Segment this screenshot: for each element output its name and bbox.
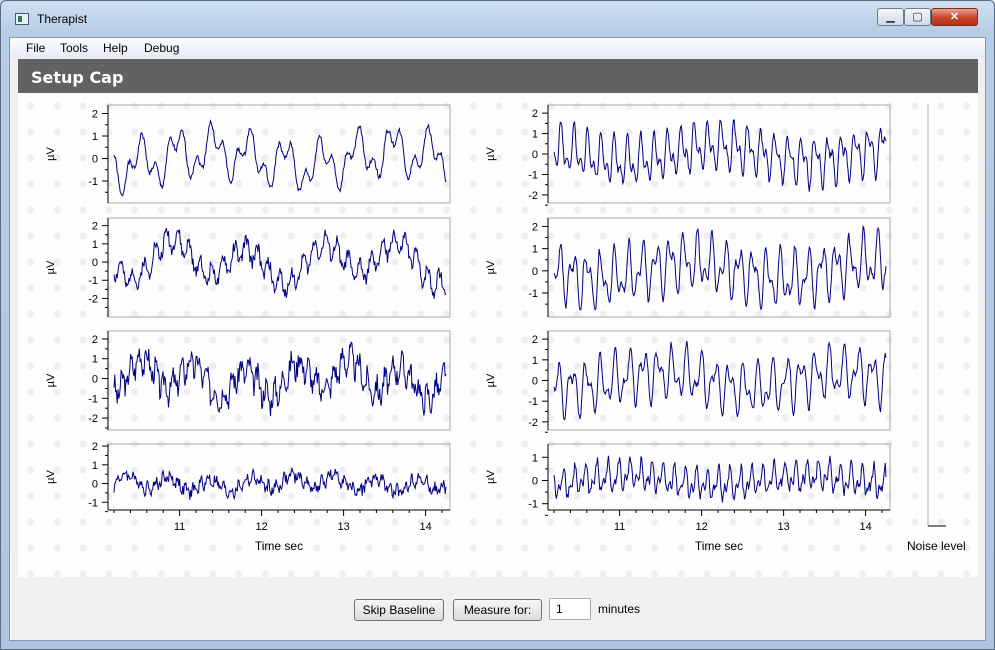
plot-area: Noise level 2 1 0 -1 µV 2 1 0 -1 -2 µV 2 1 0 -1 -2 µV 2 1 0… [18,93,978,577]
y-tick-label: 0 [92,374,98,386]
y-axis-label: µV [485,470,497,484]
eeg-plots: Noise level 2 1 0 -1 µV 2 1 0 -1 -2 µV 2 1 0 -1 -2 µV 2 1 0… [45,104,966,553]
y-tick-label: 0 [92,479,98,491]
y-tick-label: -1 [88,497,98,509]
y-tick-label: 2 [92,221,98,233]
signal-trace [553,455,887,503]
eeg-chart-left-4: 2 1 0 -1 µV 11 12 13 14 Time sec [45,441,451,553]
y-tick-label: 2 [92,334,98,346]
measure-for-button[interactable]: Measure for: [453,599,542,621]
app-icon [15,13,29,25]
eeg-chart-right-1: 2 1 0 -1 -2 µV [485,104,891,206]
bottom-controls: Skip Baseline Measure for: minutes [18,577,978,639]
skip-baseline-button[interactable]: Skip Baseline [354,599,444,621]
y-tick-label: 1 [532,355,538,367]
signal-trace [113,341,447,417]
signal-trace [113,467,447,501]
minutes-label: minutes [598,602,641,616]
y-tick-label: -1 [528,499,538,511]
y-tick-label: -2 [88,413,98,425]
y-tick-label: -1 [528,288,538,300]
y-tick-label: -1 [88,275,98,287]
window-title: Therapist [37,12,88,26]
y-tick-label: 1 [92,239,98,251]
maximize-button[interactable]: ▢ [904,8,931,26]
y-axis-label: µV [45,260,57,274]
y-tick-label: -1 [88,393,98,405]
app-window: Therapist ▁ ▢ ✕ File Tools Help Debug Se… [0,0,995,650]
page-title: Setup Cap [31,68,124,87]
eeg-chart-left-1: 2 1 0 -1 µV [45,104,451,204]
noise-level-label: Noise level [907,539,966,553]
client-area: File Tools Help Debug Setup Cap Noise le… [9,37,986,641]
y-tick-label: 0 [92,154,98,166]
y-tick-label: 0 [92,257,98,269]
y-tick-label: 2 [532,334,538,346]
plot-frame [107,104,451,204]
y-tick-label: 1 [532,244,538,256]
y-tick-label: 1 [532,129,538,141]
eeg-chart-right-3: 2 1 0 -1 -2 µV [485,330,891,433]
x-tick-label: 12 [695,521,707,533]
y-axis-label: µV [45,470,57,484]
x-tick-label: 13 [337,521,349,533]
y-tick-label: -1 [88,176,98,188]
x-tick-label: 14 [859,521,871,533]
y-tick-label: 1 [92,354,98,366]
y-tick-label: 2 [92,441,98,453]
y-axis-label: µV [485,260,497,274]
menu-debug[interactable]: Debug [144,41,179,55]
x-tick-label: 11 [174,521,185,533]
x-axis-label: Time sec [695,539,743,553]
y-tick-label: 0 [532,266,538,278]
plot-frame [547,217,891,318]
eeg-chart-left-2: 2 1 0 -1 -2 µV [45,217,451,318]
eeg-chart-left-3: 2 1 0 -1 -2 µV [45,330,451,431]
title-bar[interactable]: Therapist ▁ ▢ ✕ [1,1,994,37]
y-tick-label: 2 [532,108,538,120]
y-axis-label: µV [45,373,57,387]
menu-file[interactable]: File [26,41,45,55]
menu-help[interactable]: Help [103,41,128,55]
y-tick-label: 1 [532,452,538,464]
y-axis-label: µV [45,147,57,161]
eeg-chart-right-2: 2 1 0 -1 µV [485,217,891,318]
y-tick-label: -2 [88,293,98,305]
y-tick-label: 2 [92,109,98,121]
minimize-button[interactable]: ▁ [877,8,904,26]
menu-tools[interactable]: Tools [60,41,88,55]
close-button[interactable]: ✕ [931,8,978,26]
eeg-chart-right-4: 1 0 -1 µV 11 12 13 14 Time sec [485,443,891,553]
plot-frame [107,443,451,511]
signal-trace [553,224,887,311]
y-tick-label: 0 [532,149,538,161]
x-tick-label: 12 [255,521,267,533]
menu-bar: File Tools Help Debug [10,38,985,58]
plot-frame [107,217,451,318]
y-tick-label: -2 [528,190,538,202]
signal-trace [113,227,447,299]
signal-trace [113,119,447,197]
minutes-input[interactable] [549,598,591,620]
y-axis-label: µV [485,147,497,161]
y-tick-label: 1 [92,131,98,143]
y-tick-label: -1 [528,396,538,408]
y-tick-label: -1 [528,169,538,181]
page-header: Setup Cap [18,59,978,93]
signal-trace [553,119,887,192]
y-axis-label: µV [485,373,497,387]
noise-level-bar: Noise level [907,104,966,553]
y-tick-label: -2 [528,417,538,429]
y-tick-label: 1 [92,460,98,472]
y-tick-label: 2 [532,221,538,233]
x-tick-label: 14 [419,521,431,533]
x-tick-label: 11 [614,521,625,533]
x-axis-label: Time sec [255,539,303,553]
y-tick-label: 0 [532,376,538,388]
y-tick-label: 0 [532,475,538,487]
x-tick-label: 13 [777,521,789,533]
signal-trace [553,340,887,421]
